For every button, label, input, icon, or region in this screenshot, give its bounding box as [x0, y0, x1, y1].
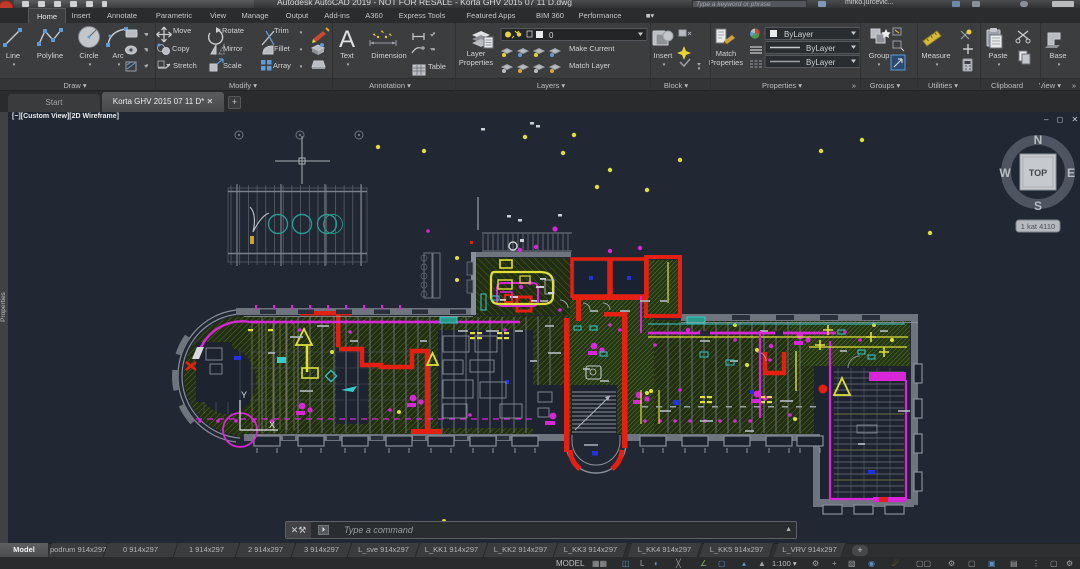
- svg-text:ByLayer: ByLayer: [806, 44, 836, 53]
- svg-text:Y: Y: [241, 390, 247, 400]
- svg-text:W: W: [999, 166, 1011, 180]
- svg-text:A: A: [339, 26, 355, 53]
- svg-text:0: 0: [549, 31, 554, 40]
- svg-text:E: E: [1067, 166, 1075, 180]
- svg-text:TOP: TOP: [1029, 168, 1047, 178]
- svg-text:ByLayer: ByLayer: [784, 30, 814, 39]
- svg-text:N: N: [1034, 133, 1043, 147]
- svg-text:1 kat 4110: 1 kat 4110: [1021, 222, 1055, 231]
- svg-text:X: X: [269, 420, 275, 430]
- svg-text:S: S: [1034, 199, 1042, 213]
- svg-text:ByLayer: ByLayer: [806, 58, 836, 67]
